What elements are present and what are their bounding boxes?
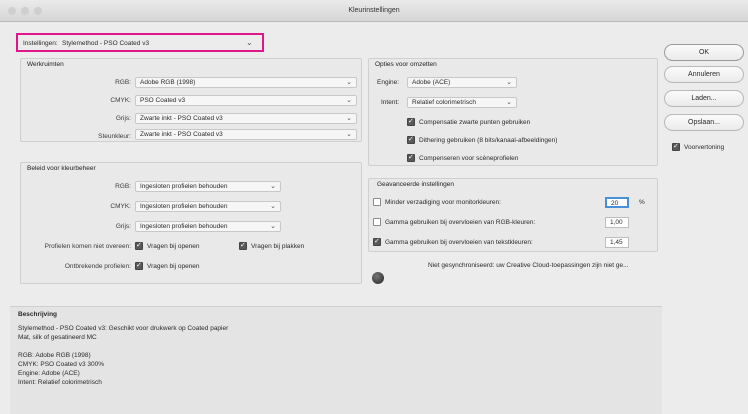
- workspace-rgb-label: RGB:: [115, 79, 131, 86]
- policy-gray-select[interactable]: Ingesloten profielen behouden ⌄: [135, 221, 281, 232]
- description-panel: Beschrijving Stylemethod - PSO Coated v3…: [10, 306, 662, 414]
- advanced-title: Geavanceerde instellingen: [377, 181, 454, 188]
- dither-label: Dithering gebruiken (8 bits/kanaal-afbee…: [419, 137, 558, 144]
- policy-gray-value: Ingesloten profielen behouden: [140, 223, 228, 230]
- rgb-gamma-label: Gamma gebruiken bij overvloeien van RGB-…: [385, 219, 536, 226]
- chevron-down-icon: ⌄: [270, 203, 276, 210]
- chevron-down-icon: ⌄: [506, 99, 512, 106]
- policy-rgb-value: Ingesloten profielen behouden: [140, 183, 228, 190]
- workspace-rgb-select[interactable]: Adobe RGB (1998) ⌄: [135, 77, 357, 88]
- window-title: Kleurinstellingen: [348, 7, 400, 14]
- policy-cmyk-value: Ingesloten profielen behouden: [140, 203, 228, 210]
- missing-label: Ontbrekende profielen:: [64, 263, 131, 270]
- desaturate-unit: %: [639, 199, 645, 206]
- intent-value: Relatief colorimetrisch: [412, 99, 476, 106]
- missing-open-label: Vragen bij openen: [147, 263, 200, 270]
- ok-button[interactable]: OK: [664, 44, 744, 61]
- mismatch-label: Profielen komen niet overeen:: [44, 243, 131, 250]
- policy-rgb-label: RGB:: [115, 183, 131, 190]
- text-gamma-input[interactable]: 1,45: [605, 237, 629, 248]
- dither-checkbox[interactable]: [407, 135, 415, 144]
- description-line: RGB: Adobe RGB (1998): [18, 352, 91, 359]
- rgb-gamma-input[interactable]: 1,00: [605, 217, 629, 228]
- chevron-down-icon: ⌄: [246, 38, 253, 47]
- engine-value: Adobe (ACE): [412, 79, 451, 86]
- conversion-title: Opties voor omzetten: [375, 61, 437, 68]
- desaturate-value: 20: [611, 200, 619, 207]
- policy-gray-label: Grijs:: [115, 223, 131, 230]
- description-title: Beschrijving: [18, 311, 58, 318]
- policy-rgb-select[interactable]: Ingesloten profielen behouden ⌄: [135, 181, 281, 192]
- load-button[interactable]: Laden...: [664, 90, 744, 107]
- workspace-rgb-value: Adobe RGB (1998): [140, 79, 196, 86]
- intent-select[interactable]: Relatief colorimetrisch ⌄: [407, 97, 517, 108]
- scene-profile-checkbox[interactable]: [407, 153, 415, 162]
- workspaces-title: Werkruimten: [27, 61, 64, 68]
- save-button[interactable]: Opslaan...: [664, 114, 744, 131]
- engine-label: Engine:: [377, 79, 400, 86]
- workspace-spot-select[interactable]: Zwarte inkt - PSO Coated v3 ⌄: [135, 129, 357, 140]
- policies-title: Beleid voor kleurbeheer: [27, 165, 96, 172]
- desaturate-checkbox[interactable]: [373, 198, 381, 206]
- desaturate-input[interactable]: 20: [605, 197, 629, 208]
- description-line: Intent: Relatief colorimetrisch: [18, 379, 102, 386]
- workspace-cmyk-value: PSO Coated v3: [140, 97, 186, 104]
- workspaces-group: Werkruimten RGB: Adobe RGB (1998) ⌄ CMYK…: [20, 58, 362, 142]
- workspace-gray-label: Grijs:: [115, 115, 131, 122]
- text-gamma-checkbox[interactable]: [373, 237, 381, 246]
- policy-cmyk-select[interactable]: Ingesloten profielen behouden ⌄: [135, 201, 281, 212]
- chevron-down-icon: ⌄: [506, 79, 512, 86]
- preset-value: Stylemethod - PSO Coated v3: [62, 40, 150, 47]
- workspace-gray-value: Zwarte inkt - PSO Coated v3: [140, 115, 223, 122]
- mismatch-paste-label: Vragen bij plakken: [251, 243, 305, 250]
- workspace-spot-value: Zwarte inkt - PSO Coated v3: [140, 131, 223, 138]
- policy-cmyk-label: CMYK:: [110, 203, 131, 210]
- black-point-checkbox[interactable]: [407, 117, 415, 126]
- cancel-button[interactable]: Annuleren: [664, 66, 744, 83]
- preview-label: Voorvertoning: [684, 144, 725, 151]
- workspace-cmyk-select[interactable]: PSO Coated v3 ⌄: [135, 95, 357, 106]
- black-point-label: Compensatie zwarte punten gebruiken: [419, 119, 531, 126]
- chevron-down-icon: ⌄: [346, 97, 352, 104]
- description-line: Stylemethod - PSO Coated v3: Geschikt vo…: [18, 325, 229, 332]
- description-line: Engine: Adobe (ACE): [18, 370, 80, 377]
- conversion-group: Opties voor omzetten Engine: Adobe (ACE)…: [368, 58, 658, 166]
- chevron-down-icon: ⌄: [346, 131, 352, 138]
- workspace-cmyk-label: CMYK:: [110, 97, 131, 104]
- scene-profile-label: Compenseren voor scèneprofielen: [419, 155, 519, 162]
- desaturate-label: Minder verzadiging voor monitorkleuren:: [385, 199, 501, 206]
- workspace-gray-select[interactable]: Zwarte inkt - PSO Coated v3 ⌄: [135, 113, 357, 124]
- preset-selector[interactable]: Instellingen: Stylemethod - PSO Coated v…: [16, 33, 264, 52]
- policies-group: Beleid voor kleurbeheer RGB: Ingesloten …: [20, 162, 362, 284]
- chevron-down-icon: ⌄: [270, 223, 276, 230]
- chevron-down-icon: ⌄: [346, 115, 352, 122]
- mismatch-open-checkbox[interactable]: [135, 241, 143, 250]
- chevron-down-icon: ⌄: [346, 79, 352, 86]
- text-gamma-value: 1,45: [610, 239, 623, 246]
- mismatch-paste-checkbox[interactable]: [239, 241, 247, 250]
- chevron-down-icon: ⌄: [270, 183, 276, 190]
- rgb-gamma-value: 1,00: [610, 219, 623, 226]
- mismatch-open-label: Vragen bij openen: [147, 243, 200, 250]
- rgb-gamma-checkbox[interactable]: [373, 218, 381, 226]
- description-line: CMYK: PSO Coated v3 300%: [18, 361, 104, 368]
- missing-open-checkbox[interactable]: [135, 261, 143, 270]
- intent-label: Intent:: [381, 99, 400, 106]
- title-bar: Kleurinstellingen: [0, 0, 748, 22]
- description-line: Mat, silk of gesatineerd MC: [18, 334, 97, 341]
- workspace-spot-label: Steunkleur:: [98, 133, 131, 140]
- preset-label: Instellingen:: [23, 40, 58, 47]
- sync-notice: Niet gesynchroniseerd: uw Creative Cloud…: [428, 262, 629, 269]
- preview-checkbox[interactable]: [672, 142, 680, 151]
- advanced-group: Geavanceerde instellingen Minder verzadi…: [368, 178, 658, 252]
- creative-cloud-globe-icon: [372, 272, 384, 284]
- engine-select[interactable]: Adobe (ACE) ⌄: [407, 77, 517, 88]
- text-gamma-label: Gamma gebruiken bij overvloeien van teks…: [385, 239, 533, 246]
